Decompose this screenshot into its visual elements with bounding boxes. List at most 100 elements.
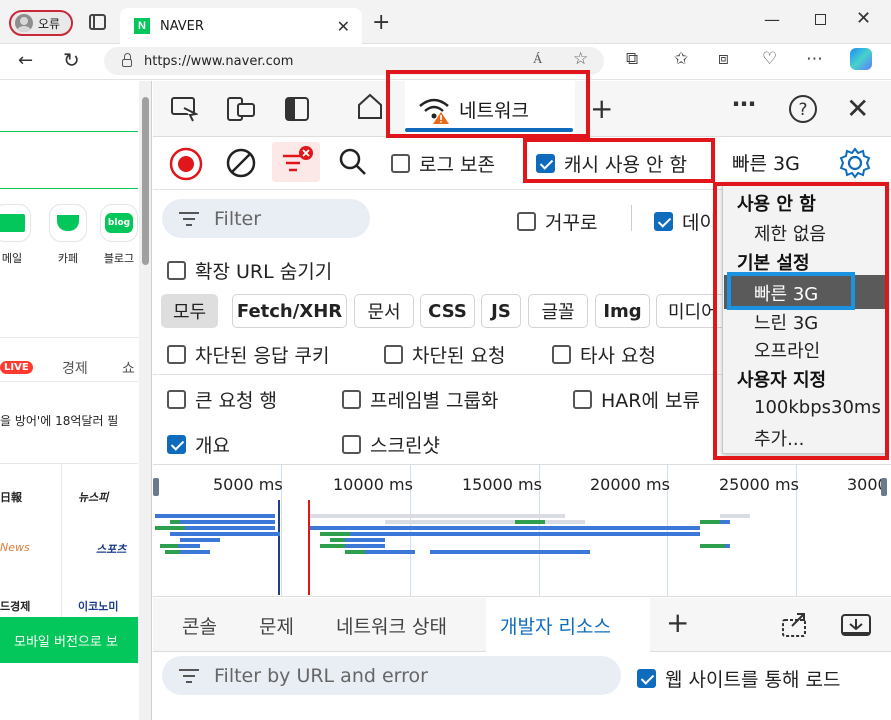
page-scrollbar-thumb[interactable]: [142, 97, 149, 265]
undock-drawer-icon[interactable]: [780, 612, 810, 642]
menu-item-add[interactable]: 추가...: [754, 425, 804, 451]
screenshots-checkbox[interactable]: [342, 435, 361, 454]
hide-data-urls-checkbox[interactable]: [654, 212, 673, 231]
disable-cache-checkbox[interactable]: [536, 154, 555, 173]
drawer-tab-developer-resources[interactable]: 개발자 리소스: [486, 598, 650, 652]
type-filter-doc[interactable]: 문서: [354, 294, 414, 328]
timeline-left-handle[interactable]: [153, 478, 159, 496]
overview-option[interactable]: 개요: [167, 431, 230, 458]
preserve-log-option[interactable]: 로그 보존: [391, 150, 495, 177]
service-cafe[interactable]: 카페: [48, 204, 88, 266]
add-tab-icon[interactable]: +: [590, 92, 613, 125]
network-settings-gear-icon[interactable]: [838, 146, 872, 184]
load-via-site-option[interactable]: 웹 사이트를 통해 로드: [637, 665, 840, 692]
overview-checkbox[interactable]: [167, 435, 186, 454]
browser-essentials-icon[interactable]: ♡: [762, 49, 777, 69]
type-filter-all[interactable]: 모두: [161, 294, 218, 328]
close-devtools-icon[interactable]: ✕: [846, 92, 869, 125]
record-icon[interactable]: [168, 146, 204, 186]
tab-actions-icon[interactable]: [89, 14, 106, 30]
read-aloud-icon[interactable]: Á: [533, 51, 542, 67]
blocked-requests-checkbox[interactable]: [384, 345, 403, 364]
add-favorite-icon[interactable]: ☆: [573, 49, 588, 69]
window-close-icon[interactable]: ✕: [856, 8, 871, 29]
more-menu-icon[interactable]: ⋯: [806, 49, 823, 69]
help-icon[interactable]: ?: [788, 94, 818, 128]
har-keep-checkbox[interactable]: [573, 390, 592, 409]
filter-input[interactable]: Filter: [162, 199, 370, 238]
large-rows-option[interactable]: 큰 요청 행: [167, 386, 277, 413]
press-logo[interactable]: 드경제: [0, 598, 30, 614]
news-headline[interactable]: 을 방어'에 18억달러 필: [0, 412, 118, 429]
blocked-cookies-option[interactable]: 차단된 응답 쿠키: [167, 341, 329, 368]
dock-side-icon[interactable]: [284, 96, 310, 126]
blocked-requests-option[interactable]: 차단된 요청: [384, 341, 505, 368]
news-tab-show[interactable]: 쇼: [122, 358, 135, 378]
device-emulation-icon[interactable]: [226, 96, 256, 126]
group-by-frame-option[interactable]: 프레임별 그룹화: [342, 386, 498, 413]
service-blog[interactable]: blog 블로그: [99, 204, 139, 266]
press-logo[interactable]: 스포츠: [96, 541, 126, 557]
reload-icon[interactable]: ↻: [63, 48, 80, 72]
close-tab-icon[interactable]: ✕: [337, 17, 350, 36]
filter-toggle-icon[interactable]: [272, 142, 320, 182]
profile-button[interactable]: 오류: [9, 10, 73, 36]
type-filter-js[interactable]: JS: [481, 294, 521, 328]
invert-checkbox[interactable]: [517, 212, 536, 231]
load-via-site-checkbox[interactable]: [637, 669, 656, 688]
blocked-cookies-checkbox[interactable]: [167, 345, 186, 364]
har-keep-option[interactable]: HAR에 보류: [573, 386, 700, 413]
screenshots-option[interactable]: 스크린샷: [342, 431, 440, 458]
copilot-icon[interactable]: [850, 48, 872, 70]
new-tab-icon[interactable]: +: [372, 10, 390, 35]
menu-item-slow-3g[interactable]: 느린 3G: [754, 309, 818, 335]
press-logo[interactable]: News: [0, 541, 30, 554]
drawer-tab-console[interactable]: 콘솔: [182, 612, 217, 639]
resource-filter-input[interactable]: Filter by URL and error: [162, 656, 621, 695]
clear-log-icon[interactable]: [224, 146, 258, 184]
back-icon[interactable]: ←: [18, 50, 33, 71]
news-tab-economy[interactable]: 경제: [62, 358, 88, 378]
press-logo[interactable]: 이코노미: [78, 598, 118, 614]
hide-extension-urls-option[interactable]: 확장 URL 숨기기: [167, 257, 332, 284]
hide-data-urls-option[interactable]: 데이: [654, 208, 717, 235]
disable-cache-option[interactable]: 캐시 사용 안 함: [536, 150, 687, 177]
drawer-add-tab-icon[interactable]: +: [666, 606, 689, 639]
drawer-tab-issues[interactable]: 문제: [259, 612, 294, 639]
timeline-right-handle[interactable]: [881, 478, 887, 496]
extensions-icon[interactable]: ⧉: [626, 49, 638, 69]
address-bar[interactable]: https://www.naver.com: [104, 47, 604, 75]
more-tools-icon[interactable]: ⋯: [732, 90, 756, 118]
maximize-icon[interactable]: [815, 14, 826, 25]
large-rows-checkbox[interactable]: [167, 390, 186, 409]
type-filter-font[interactable]: 글꼴: [528, 294, 588, 328]
group-by-frame-checkbox[interactable]: [342, 390, 361, 409]
menu-item-no-throttling[interactable]: 제한 없음: [754, 220, 826, 246]
type-filter-fetch-xhr[interactable]: Fetch/XHR: [232, 294, 347, 328]
minimize-icon[interactable]: —: [764, 10, 780, 29]
type-filter-css[interactable]: CSS: [420, 294, 475, 328]
drawer-tab-network-conditions[interactable]: 네트워크 상태: [336, 612, 447, 639]
favorites-icon[interactable]: ✩: [674, 49, 688, 69]
press-logo[interactable]: 뉴스피: [78, 489, 108, 505]
type-filter-media[interactable]: 미디어: [656, 294, 726, 328]
welcome-home-icon[interactable]: [356, 92, 384, 124]
collapse-drawer-icon[interactable]: [840, 612, 872, 642]
third-party-option[interactable]: 타사 요청: [552, 341, 656, 368]
menu-item-offline[interactable]: 오프라인: [754, 337, 820, 363]
search-icon[interactable]: [338, 147, 368, 181]
mobile-version-button[interactable]: 모바일 버전으로 보: [0, 617, 138, 663]
inspect-element-icon[interactable]: [170, 96, 200, 126]
collections-icon[interactable]: ⧈: [718, 49, 729, 69]
preserve-log-checkbox[interactable]: [391, 154, 410, 173]
type-filter-img[interactable]: Img: [595, 294, 650, 328]
service-mail[interactable]: 메일: [0, 204, 32, 266]
throttle-select[interactable]: 빠른 3G: [724, 142, 820, 182]
third-party-checkbox[interactable]: [552, 345, 571, 364]
invert-option[interactable]: 거꾸로: [517, 208, 597, 235]
hide-extension-urls-checkbox[interactable]: [167, 261, 186, 280]
menu-item-custom-profile[interactable]: 100kbps30ms: [754, 397, 881, 418]
lock-icon[interactable]: [122, 53, 132, 67]
browser-tab[interactable]: N NAVER ✕: [120, 8, 362, 44]
press-logo[interactable]: 日報: [0, 489, 22, 505]
